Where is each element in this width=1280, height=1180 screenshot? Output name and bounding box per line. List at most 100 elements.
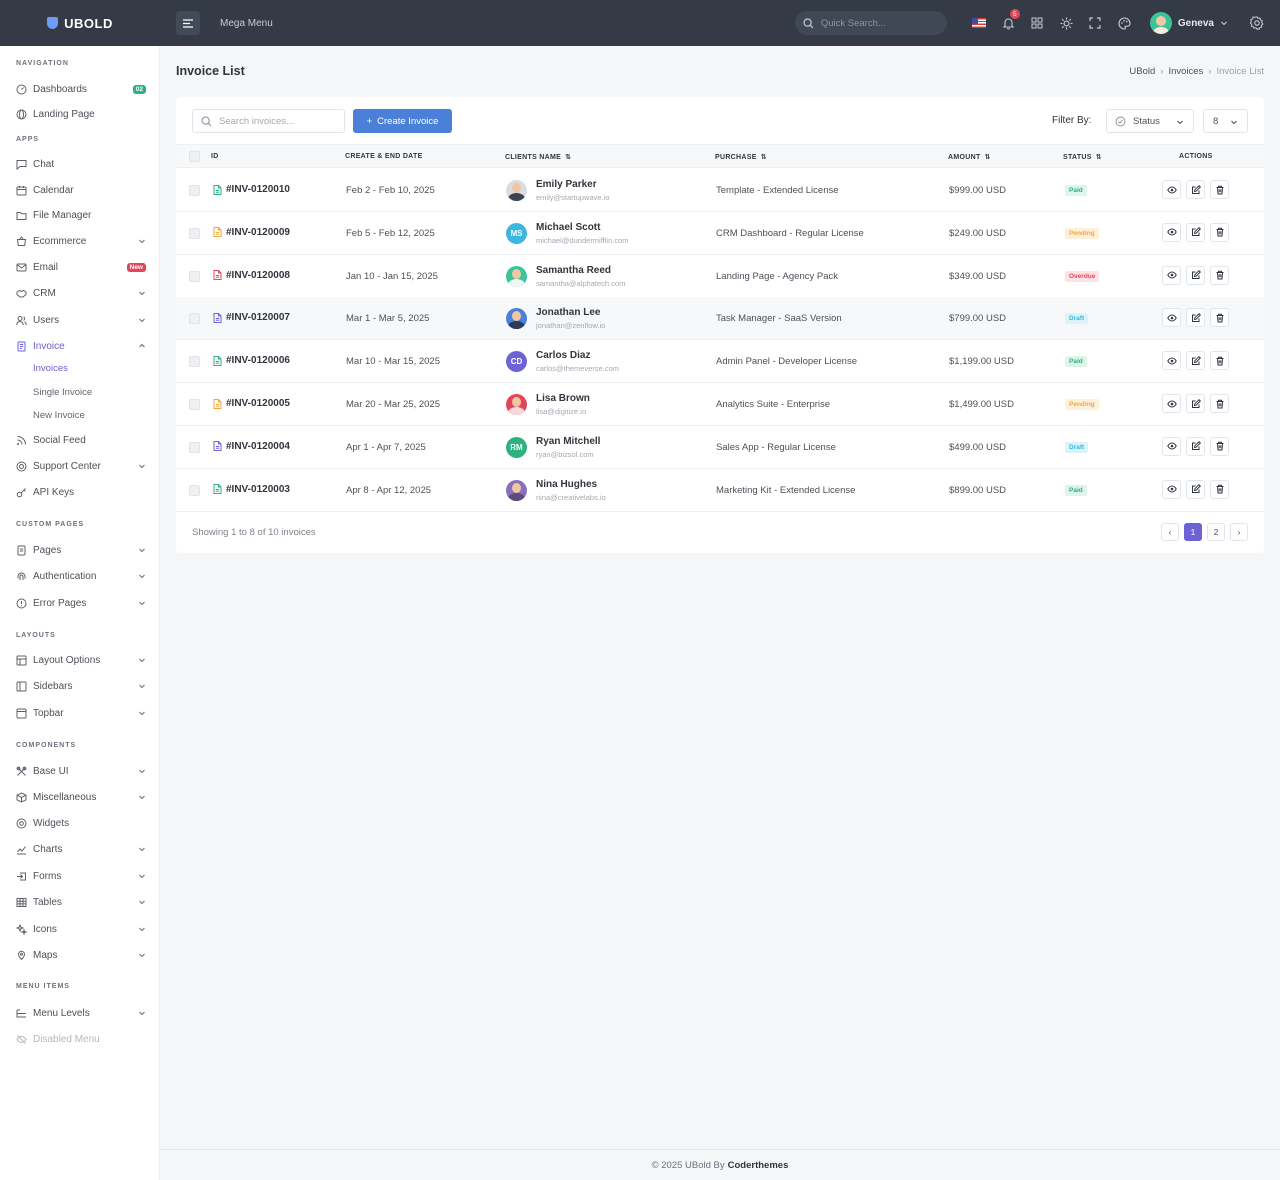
create-invoice-button[interactable]: + Create Invoice xyxy=(353,109,452,133)
edit-button[interactable] xyxy=(1186,351,1205,371)
row-checkbox[interactable] xyxy=(189,356,200,368)
mega-menu-link[interactable]: Mega Menu xyxy=(220,18,273,29)
sidebar-item-api-keys[interactable]: API Keys xyxy=(16,483,146,501)
edit-button[interactable] xyxy=(1186,265,1205,285)
delete-button[interactable] xyxy=(1210,479,1229,499)
edit-button[interactable] xyxy=(1186,394,1205,413)
row-checkbox[interactable] xyxy=(189,227,200,239)
sidebar-item-dashboards[interactable]: Dashboards 02 xyxy=(16,80,146,98)
view-button[interactable] xyxy=(1162,308,1181,328)
footer-author-link[interactable]: Coderthemes xyxy=(728,1160,789,1171)
status-filter-select[interactable]: Status xyxy=(1106,109,1194,133)
view-button[interactable] xyxy=(1162,394,1181,413)
quick-search[interactable] xyxy=(794,11,947,35)
theme-toggle-button[interactable] xyxy=(1052,0,1081,46)
next-page-button[interactable]: › xyxy=(1230,523,1248,541)
sidebar-item-tables[interactable]: Tables xyxy=(16,893,146,911)
sidebar-item-charts[interactable]: Charts xyxy=(16,840,146,858)
breadcrumb-item[interactable]: Invoices xyxy=(1168,66,1203,77)
column-header-amount[interactable]: AMOUNT ⇅ xyxy=(948,153,991,162)
quick-search-input[interactable] xyxy=(820,17,931,29)
sidebar-item-chat[interactable]: Chat xyxy=(16,155,146,173)
language-selector[interactable] xyxy=(965,0,994,46)
sidebar-item-ecommerce[interactable]: Ecommerce xyxy=(16,232,146,250)
menu-toggle-button[interactable] xyxy=(176,11,200,35)
sidebar-item-icons[interactable]: Icons xyxy=(16,920,146,938)
sidebar-item-landing[interactable]: Landing Page xyxy=(16,105,146,123)
sidebar-item-file-manager[interactable]: File Manager xyxy=(16,206,146,224)
edit-button[interactable] xyxy=(1186,436,1205,456)
edit-button[interactable] xyxy=(1186,222,1205,242)
sidebar-subitem-single-invoice[interactable]: Single Invoice xyxy=(33,387,92,398)
sidebar-item-email[interactable]: Email New xyxy=(16,258,146,276)
delete-button[interactable] xyxy=(1210,351,1229,371)
sidebar-item-crm[interactable]: CRM xyxy=(16,284,146,302)
sidebar-item-invoice[interactable]: Invoice xyxy=(16,337,146,355)
fullscreen-button[interactable] xyxy=(1081,0,1110,46)
edit-button[interactable] xyxy=(1186,479,1205,499)
delete-button[interactable] xyxy=(1210,308,1229,328)
invoice-search-input[interactable] xyxy=(219,115,339,127)
sidebar-item-widgets[interactable]: Widgets xyxy=(16,814,146,832)
view-button[interactable] xyxy=(1162,265,1181,285)
invoice-search[interactable] xyxy=(192,109,345,133)
delete-button[interactable] xyxy=(1210,222,1229,242)
row-checkbox[interactable] xyxy=(189,484,200,496)
sidebar-item-error-pages[interactable]: Error Pages xyxy=(16,594,146,612)
sidebar-item-forms[interactable]: Forms xyxy=(16,867,146,885)
sidebar-item-base-ui[interactable]: Base UI xyxy=(16,762,146,780)
sidebar-item-menu-levels[interactable]: Menu Levels xyxy=(16,1004,146,1022)
notifications-button[interactable]: 5 xyxy=(994,0,1023,46)
brand-logo[interactable]: UBOLD xyxy=(0,0,160,46)
user-menu[interactable]: Geneva xyxy=(1149,12,1228,34)
prev-page-button[interactable]: ‹ xyxy=(1161,523,1179,541)
invoice-id-link[interactable]: #INV-0120008 xyxy=(213,270,290,281)
edit-button[interactable] xyxy=(1186,180,1205,199)
page-button-1[interactable]: 1 xyxy=(1184,523,1202,541)
view-button[interactable] xyxy=(1162,351,1181,371)
sidebar-item-maps[interactable]: Maps xyxy=(16,946,146,964)
invoice-id-link[interactable]: #INV-0120005 xyxy=(213,398,290,409)
invoice-id-link[interactable]: #INV-0120006 xyxy=(213,355,290,366)
view-button[interactable] xyxy=(1162,436,1181,456)
page-size-select[interactable]: 8 xyxy=(1203,109,1248,133)
sidebar-item-topbar[interactable]: Topbar xyxy=(16,704,146,722)
sidebar-item-authentication[interactable]: Authentication xyxy=(16,567,146,585)
invoice-id-link[interactable]: #INV-0120007 xyxy=(213,312,290,323)
sidebar-subitem-new-invoice[interactable]: New Invoice xyxy=(33,410,85,421)
invoice-id-link[interactable]: #INV-0120003 xyxy=(213,484,290,495)
row-checkbox[interactable] xyxy=(189,441,200,453)
sidebar-item-layout-options[interactable]: Layout Options xyxy=(16,651,146,669)
palette-button[interactable] xyxy=(1110,0,1139,46)
invoice-id-link[interactable]: #INV-0120010 xyxy=(213,184,290,195)
sidebar-item-calendar[interactable]: Calendar xyxy=(16,181,146,199)
sidebar-item-users[interactable]: Users xyxy=(16,311,146,329)
sidebar-item-pages[interactable]: Pages xyxy=(16,541,146,559)
breadcrumb-item[interactable]: UBold xyxy=(1129,66,1155,77)
delete-button[interactable] xyxy=(1210,436,1229,456)
settings-button[interactable] xyxy=(1242,0,1272,46)
sidebar-subitem-invoices[interactable]: Invoices xyxy=(33,363,68,374)
row-checkbox[interactable] xyxy=(189,399,200,410)
row-checkbox[interactable] xyxy=(189,270,200,282)
sidebar-item-support-center[interactable]: Support Center xyxy=(16,457,146,475)
column-header-purchase[interactable]: PURCHASE ⇅ xyxy=(715,153,767,162)
apps-button[interactable] xyxy=(1023,0,1052,46)
invoice-id-link[interactable]: #INV-0120004 xyxy=(213,441,290,452)
sidebar-item-miscellaneous[interactable]: Miscellaneous xyxy=(16,788,146,806)
view-button[interactable] xyxy=(1162,479,1181,499)
column-header-status[interactable]: STATUS ⇅ xyxy=(1063,153,1102,162)
sidebar-item-social-feed[interactable]: Social Feed xyxy=(16,431,146,449)
delete-button[interactable] xyxy=(1210,180,1229,199)
column-header-client[interactable]: CLIENTS NAME ⇅ xyxy=(505,153,571,162)
page-button-2[interactable]: 2 xyxy=(1207,523,1225,541)
delete-button[interactable] xyxy=(1210,394,1229,413)
row-checkbox[interactable] xyxy=(189,185,200,196)
delete-button[interactable] xyxy=(1210,265,1229,285)
row-checkbox[interactable] xyxy=(189,313,200,325)
sidebar-item-sidebars[interactable]: Sidebars xyxy=(16,677,146,695)
invoice-id-link[interactable]: #INV-0120009 xyxy=(213,227,290,238)
view-button[interactable] xyxy=(1162,222,1181,242)
view-button[interactable] xyxy=(1162,180,1181,199)
edit-button[interactable] xyxy=(1186,308,1205,328)
